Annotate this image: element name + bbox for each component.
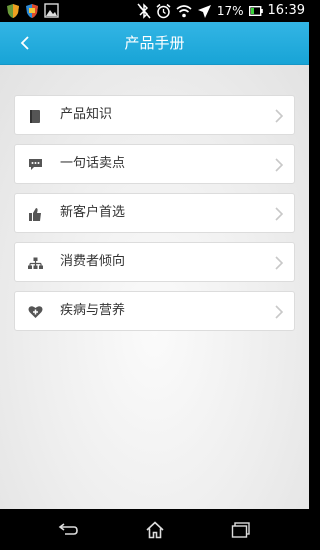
bluetooth-off-icon — [137, 3, 151, 19]
heart-plus-icon — [27, 304, 43, 320]
menu-item-label: 消费者倾向 — [60, 254, 126, 269]
chevron-left-icon — [20, 36, 29, 50]
battery-icon — [248, 5, 263, 17]
hierarchy-icon — [27, 255, 43, 271]
thumbs-up-icon — [27, 206, 43, 222]
book-icon — [27, 108, 43, 124]
notification-icons — [6, 3, 59, 19]
menu-list: 产品知识 一句话卖点 新客户首选 消费者倾向 疾病与营养 — [0, 65, 309, 509]
image-icon — [44, 3, 59, 19]
wifi-icon — [176, 4, 192, 18]
battery-percent: 17% — [216, 4, 244, 18]
back-nav-button[interactable] — [53, 517, 83, 543]
menu-item-label: 产品知识 — [60, 107, 113, 122]
menu-item-disease-nutrition[interactable]: 疾病与营养 — [14, 291, 295, 331]
menu-item-product-knowledge[interactable]: 产品知识 — [14, 95, 295, 135]
chevron-right-icon — [275, 109, 284, 123]
chevron-right-icon — [275, 256, 284, 270]
recent-apps-button[interactable] — [226, 517, 256, 543]
chevron-right-icon — [275, 207, 284, 221]
chevron-right-icon — [275, 158, 284, 172]
clock-time: 16:39 — [267, 3, 305, 18]
airplane-mode-icon — [197, 4, 212, 19]
speech-bubble-icon — [27, 157, 43, 173]
system-status: 17% 16:39 — [137, 2, 305, 20]
home-icon — [146, 521, 164, 539]
menu-item-new-customer[interactable]: 新客户首选 — [14, 193, 295, 233]
shield-colored-icon — [25, 3, 39, 19]
back-arrow-icon — [58, 523, 78, 535]
menu-item-label: 疾病与营养 — [60, 303, 126, 318]
alarm-clock-icon — [156, 3, 171, 19]
menu-item-consumer-tendency[interactable]: 消费者倾向 — [14, 242, 295, 282]
chevron-right-icon — [275, 305, 284, 319]
navigation-bar — [0, 509, 309, 550]
shield-icon — [6, 3, 20, 19]
back-button[interactable] — [10, 28, 40, 58]
status-bar: 17% 16:39 — [0, 0, 309, 22]
page-title: 产品手册 — [124, 34, 185, 52]
menu-item-label: 一句话卖点 — [60, 156, 126, 171]
home-nav-button[interactable] — [140, 517, 170, 543]
app-header: 产品手册 — [0, 22, 309, 65]
menu-item-selling-point[interactable]: 一句话卖点 — [14, 144, 295, 184]
menu-item-label: 新客户首选 — [60, 205, 126, 220]
recent-apps-icon — [231, 522, 250, 538]
